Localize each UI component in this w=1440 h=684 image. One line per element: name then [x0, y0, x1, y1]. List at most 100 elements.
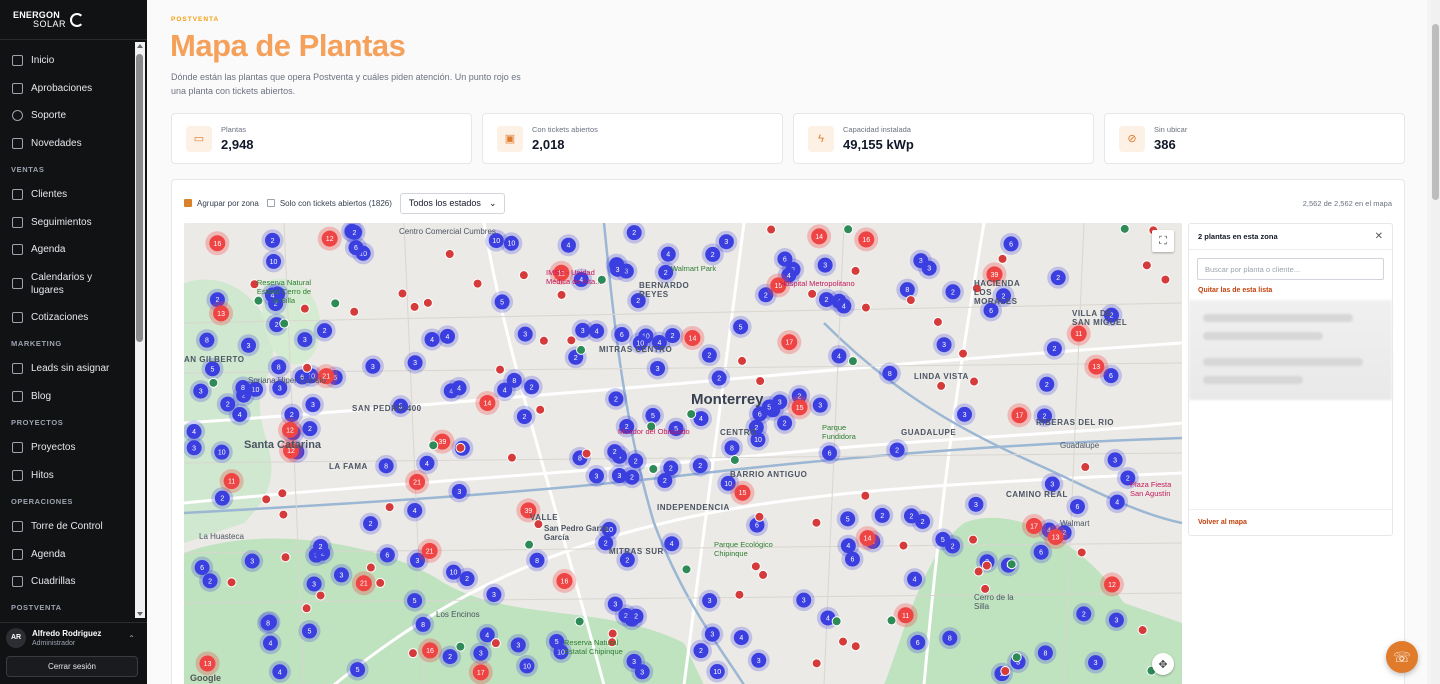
cluster-marker[interactable]: 3: [608, 464, 631, 487]
cluster-marker[interactable]: 3: [482, 583, 505, 606]
cluster-marker[interactable]: 2: [941, 280, 964, 303]
plant-marker[interactable]: [831, 616, 842, 627]
cluster-marker[interactable]: 4: [827, 344, 850, 367]
cluster-marker[interactable]: 2: [624, 449, 647, 472]
plant-marker[interactable]: [422, 297, 433, 308]
cluster-marker[interactable]: 4: [903, 568, 926, 591]
plant-marker[interactable]: [574, 616, 585, 627]
cluster-marker[interactable]: 5: [931, 528, 954, 551]
cluster-marker[interactable]: 2: [708, 367, 731, 390]
map-poi-label[interactable]: IMSS - Unidad Médica de Alta...: [546, 268, 621, 286]
plant-marker[interactable]: [1011, 652, 1022, 663]
plant-marker[interactable]: [524, 539, 535, 550]
sidebar-scrollbar[interactable]: [135, 42, 145, 618]
sidebar-item-aprobaciones[interactable]: Aprobaciones: [0, 75, 134, 103]
cluster-marker[interactable]: 4: [268, 660, 291, 683]
plant-marker[interactable]: [280, 552, 291, 563]
plant-marker[interactable]: [1006, 559, 1017, 570]
cluster-marker[interactable]: 2: [604, 387, 627, 410]
cluster-marker[interactable]: 10: [442, 561, 465, 584]
plant-marker[interactable]: [455, 641, 466, 652]
cluster-marker[interactable]: 6: [1000, 232, 1023, 255]
sidebar-item-clientes[interactable]: Clientes: [0, 181, 134, 209]
plant-marker[interactable]: [758, 569, 769, 580]
cluster-marker-alert[interactable]: 21: [405, 469, 430, 494]
only-tickets-checkbox[interactable]: [266, 199, 275, 207]
cluster-marker[interactable]: 3: [814, 254, 837, 277]
plant-marker[interactable]: [495, 364, 506, 375]
cluster-marker-alert[interactable]: 14: [855, 526, 880, 551]
map-poi-label[interactable]: Soriana Hiper Colosio: [248, 376, 326, 385]
cluster-marker[interactable]: 3: [330, 563, 353, 586]
plant-marker[interactable]: [847, 356, 858, 367]
cluster-marker[interactable]: 2: [359, 512, 382, 535]
plant-marker[interactable]: [607, 628, 618, 639]
cluster-marker[interactable]: 5: [346, 658, 369, 681]
cluster-marker-alert[interactable]: 17: [1007, 403, 1032, 428]
plant-marker[interactable]: [535, 404, 546, 415]
cluster-marker[interactable]: 3: [698, 589, 721, 612]
cluster-marker[interactable]: 2: [216, 393, 239, 416]
sidebar-item-leads[interactable]: Leads sin asignar: [0, 355, 134, 383]
map-pan-control[interactable]: ✥: [1152, 653, 1174, 675]
only-tickets-label[interactable]: Solo con tickets abiertos (1826): [280, 199, 392, 208]
plant-marker[interactable]: [1076, 547, 1087, 558]
plant-marker[interactable]: [1137, 625, 1148, 636]
plant-marker[interactable]: [860, 490, 871, 501]
cluster-marker[interactable]: 8: [267, 355, 290, 378]
plant-marker[interactable]: [397, 288, 408, 299]
cluster-marker[interactable]: 6: [818, 441, 841, 464]
plant-marker[interactable]: [648, 464, 659, 475]
cluster-marker-alert[interactable]: 13: [209, 301, 234, 326]
plant-marker[interactable]: [349, 306, 360, 317]
cluster-marker[interactable]: 3: [1105, 609, 1128, 632]
map-poi-label[interactable]: Plaza Fiesta San Agustín: [1130, 480, 1182, 498]
cluster-marker[interactable]: 2: [689, 454, 712, 477]
plant-marker[interactable]: [409, 301, 420, 312]
plant-marker[interactable]: [444, 249, 455, 260]
sidebar-item-calendarios[interactable]: Calendarios y lugares: [0, 264, 134, 304]
sidebar-item-torre[interactable]: Torre de Control: [0, 513, 134, 541]
cluster-marker-alert[interactable]: 14: [680, 326, 705, 351]
cluster-marker[interactable]: 3: [631, 660, 654, 683]
cluster-marker[interactable]: 3: [293, 328, 316, 351]
sidebar-item-proyectos[interactable]: Proyectos: [0, 434, 134, 462]
sidebar-scroll-thumb[interactable]: [136, 54, 143, 342]
cluster-marker[interactable]: 3: [361, 355, 384, 378]
cluster-marker[interactable]: 3: [301, 393, 324, 416]
cluster-marker[interactable]: 6: [906, 631, 929, 654]
cluster-marker[interactable]: 2: [309, 535, 332, 558]
map-poi-label[interactable]: Walmart: [1060, 519, 1089, 528]
cluster-marker-alert[interactable]: 16: [552, 568, 577, 593]
cluster-marker[interactable]: 4: [421, 328, 444, 351]
logout-button[interactable]: Cerrar sesión: [6, 656, 138, 677]
plant-marker[interactable]: [860, 302, 871, 313]
cluster-marker[interactable]: 3: [507, 633, 530, 656]
cluster-marker-alert[interactable]: 15: [730, 480, 755, 505]
cluster-marker[interactable]: 4: [585, 320, 608, 343]
plant-marker[interactable]: [261, 494, 272, 505]
plant-marker[interactable]: [750, 561, 761, 572]
plant-marker[interactable]: [807, 288, 818, 299]
map-poi-label[interactable]: Mirador del Obispado: [618, 427, 690, 436]
cluster-marker[interactable]: 2: [698, 344, 721, 367]
map-poi-label[interactable]: Reserva Natural Estatal Chipinque: [564, 638, 634, 656]
cluster-marker[interactable]: 5: [298, 620, 321, 643]
brand-logo[interactable]: ENERGON SOLAR: [0, 0, 147, 40]
sidebar-item-blog[interactable]: Blog: [0, 383, 134, 411]
plant-marker[interactable]: [226, 577, 237, 588]
cluster-marker[interactable]: 10: [262, 250, 285, 273]
close-icon[interactable]: ✕: [1375, 231, 1383, 242]
plant-marker[interactable]: [838, 636, 849, 647]
cluster-marker[interactable]: 4: [660, 532, 683, 555]
plant-marker[interactable]: [490, 638, 501, 649]
cluster-marker[interactable]: 2: [701, 243, 724, 266]
plant-marker[interactable]: [968, 534, 979, 545]
cluster-marker[interactable]: 6: [1066, 495, 1089, 518]
cluster-marker-alert[interactable]: 14: [807, 224, 832, 249]
cluster-marker[interactable]: 4: [832, 295, 855, 318]
cluster-marker[interactable]: 3: [404, 351, 427, 374]
cluster-marker-alert[interactable]: 13: [1084, 354, 1109, 379]
cluster-marker[interactable]: 3: [237, 334, 260, 357]
cluster-marker[interactable]: 3: [241, 549, 264, 572]
